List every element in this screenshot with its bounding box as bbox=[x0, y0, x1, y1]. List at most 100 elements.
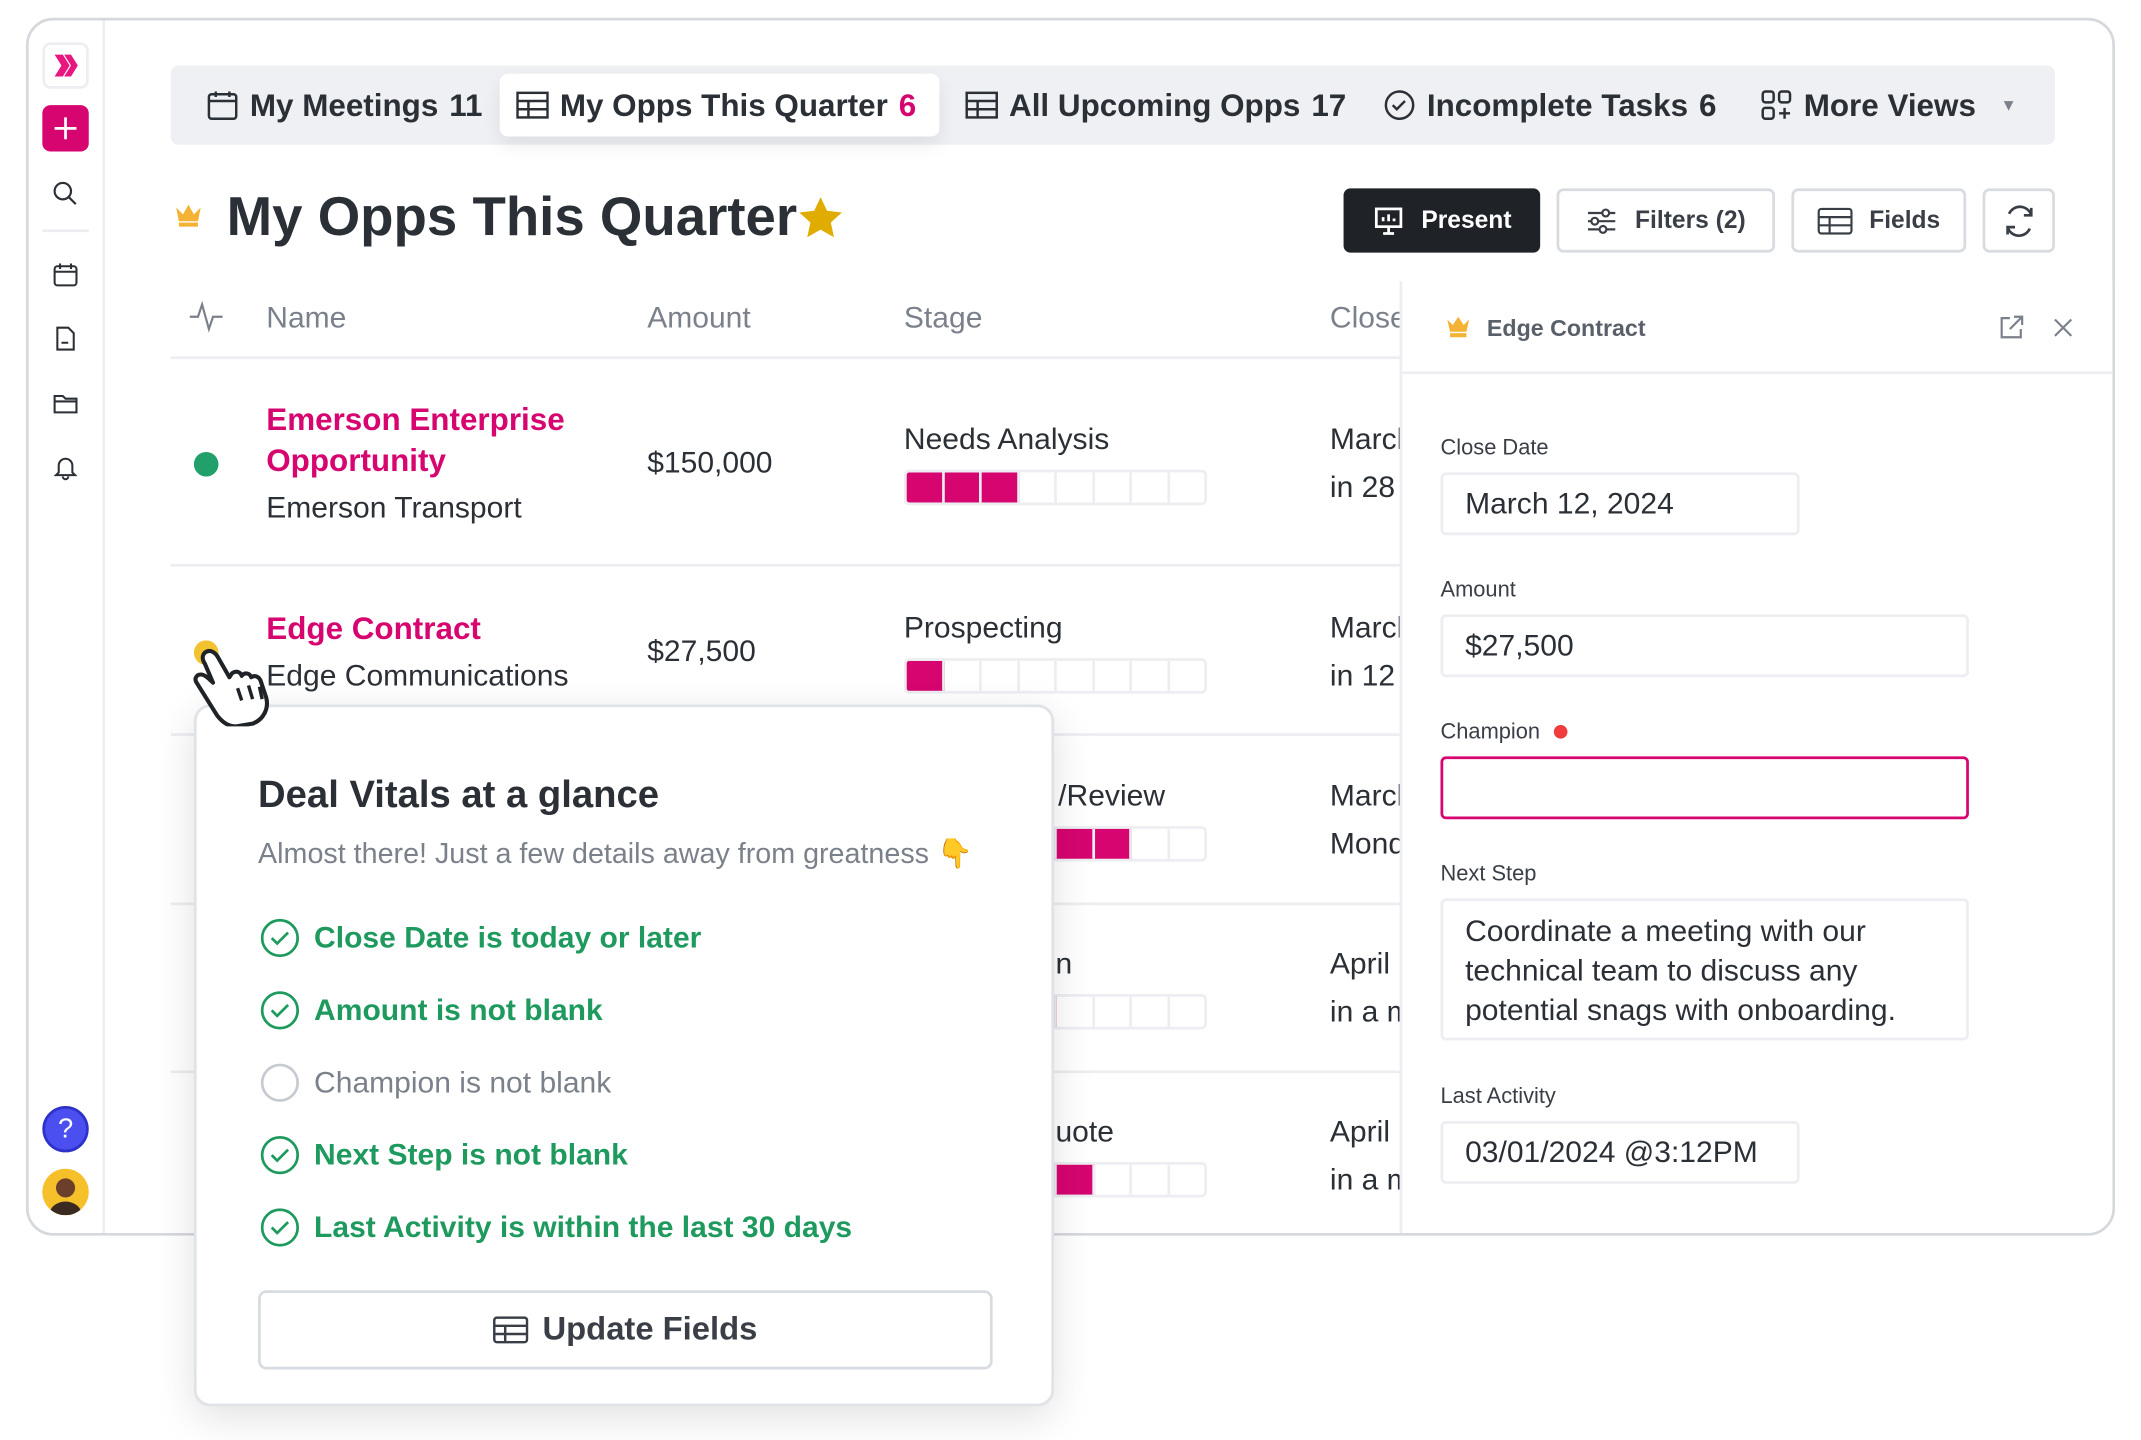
progress-segment bbox=[1132, 828, 1170, 859]
close-date: April bbox=[1329, 946, 1390, 981]
fields-button[interactable]: Fields bbox=[1791, 188, 1967, 253]
empty-circle-icon bbox=[260, 1063, 300, 1102]
chevron-down-icon: ▼ bbox=[2000, 95, 2017, 115]
stage-label: /Review bbox=[1058, 778, 1166, 813]
close-relative: Mond bbox=[1329, 826, 1406, 861]
column-header-name[interactable]: Name bbox=[266, 300, 346, 336]
check-circle-icon bbox=[260, 918, 300, 958]
tab-incomplete-tasks[interactable]: Incomplete Tasks 6 bbox=[1367, 74, 1733, 137]
present-label: Present bbox=[1421, 206, 1512, 234]
deal-vitals-popover: Deal Vitals at a glance Almost there! Ju… bbox=[193, 704, 1055, 1407]
opp-name-link[interactable]: Emerson Enterprise bbox=[266, 399, 564, 440]
progress-segment bbox=[1056, 1164, 1095, 1195]
update-fields-button[interactable]: Update Fields bbox=[258, 1290, 993, 1370]
amount-input[interactable]: $27,500 bbox=[1440, 614, 1969, 678]
champion-input[interactable] bbox=[1440, 756, 1969, 820]
close-relative: in 28 bbox=[1329, 469, 1396, 504]
logo-icon[interactable] bbox=[42, 42, 89, 89]
check-circle-icon bbox=[260, 1208, 300, 1247]
vital-check-label: Close Date is today or later bbox=[314, 920, 702, 955]
company-name[interactable]: Emerson Transport bbox=[266, 490, 521, 526]
progress-segment bbox=[1057, 660, 1095, 691]
table-icon bbox=[965, 91, 998, 119]
last-activity-input[interactable]: 03/01/2024 @3:12PM bbox=[1440, 1120, 1800, 1184]
progress-segment bbox=[1132, 472, 1170, 503]
column-header-close[interactable]: Close bbox=[1330, 300, 1407, 336]
table-icon bbox=[1817, 207, 1853, 234]
filters-button[interactable]: Filters (2) bbox=[1556, 188, 1776, 253]
company-name[interactable]: Edge Communications bbox=[266, 658, 568, 694]
next-step-textarea[interactable]: Coordinate a meeting with our technical … bbox=[1440, 898, 1969, 1041]
grid-plus-icon bbox=[1761, 90, 1792, 121]
progress-segment bbox=[1169, 661, 1204, 691]
sidebar-divider bbox=[42, 229, 89, 233]
progress-segment bbox=[981, 472, 1020, 503]
vital-check-item: Next Step is not blank bbox=[259, 1135, 628, 1176]
close-date-input[interactable]: March 12, 2024 bbox=[1440, 472, 1800, 536]
progress-segment bbox=[1019, 660, 1057, 691]
close-icon[interactable] bbox=[2052, 317, 2074, 346]
progress-segment bbox=[1169, 472, 1204, 502]
tab-label: My Meetings bbox=[249, 86, 439, 123]
stage-label: n bbox=[1055, 946, 1073, 981]
avatar[interactable] bbox=[42, 1168, 89, 1216]
progress-segment bbox=[1132, 1164, 1170, 1195]
tab-label: Incomplete Tasks bbox=[1426, 86, 1689, 123]
tab-my-opps-this-quarter[interactable]: My Opps This Quarter 6 bbox=[499, 73, 940, 137]
field-label: Next Step bbox=[1440, 862, 1537, 887]
vital-check-label: Last Activity is within the last 30 days bbox=[314, 1209, 853, 1244]
tab-count: 6 bbox=[898, 86, 917, 123]
refresh-button[interactable] bbox=[1982, 188, 2055, 253]
plus-icon[interactable] bbox=[42, 105, 89, 152]
tab-count: 17 bbox=[1311, 86, 1347, 123]
column-header-amount[interactable]: Amount bbox=[647, 300, 751, 336]
opp-name-link[interactable]: Opportunity bbox=[266, 440, 446, 481]
view-tabs: My Meetings 11 My Opps This Quarter 6 All … bbox=[170, 65, 2055, 145]
required-indicator bbox=[1554, 725, 1569, 739]
vital-check-item: Close Date is today or later bbox=[259, 918, 701, 959]
stage-progress-bar bbox=[903, 658, 1208, 694]
field-label: Amount bbox=[1440, 578, 1516, 603]
present-button[interactable]: Present bbox=[1343, 188, 1541, 253]
table-icon bbox=[493, 1316, 529, 1344]
star-icon[interactable] bbox=[796, 195, 845, 248]
search-icon[interactable] bbox=[42, 171, 88, 217]
progress-segment bbox=[1094, 996, 1132, 1027]
close-relative: in 12 bbox=[1329, 658, 1396, 693]
fields-label: Fields bbox=[1869, 206, 1941, 234]
popover-subtitle: Almost there! Just a few details away fr… bbox=[258, 838, 973, 870]
tab-count: 11 bbox=[449, 86, 483, 123]
progress-segment bbox=[1094, 660, 1132, 691]
help-icon[interactable]: ? bbox=[42, 1105, 89, 1153]
vital-check-label: Next Step is not blank bbox=[314, 1137, 628, 1172]
progress-segment bbox=[1132, 660, 1170, 691]
open-external-icon[interactable] bbox=[1998, 314, 2025, 348]
tab-label: All Upcoming Opps bbox=[1009, 86, 1301, 123]
progress-segment bbox=[1057, 472, 1095, 503]
hand-cursor-icon bbox=[191, 642, 281, 733]
sidebar: ? bbox=[29, 20, 106, 1233]
crown-icon bbox=[173, 202, 203, 236]
column-header-stage[interactable]: Stage bbox=[904, 300, 983, 336]
page-title: My Opps This Quarter bbox=[226, 187, 798, 248]
vital-check-label: Champion is not blank bbox=[314, 1065, 612, 1100]
tab-my-meetings[interactable]: My Meetings 11 bbox=[190, 74, 499, 137]
stage-label: Prospecting bbox=[903, 610, 1063, 645]
tab-more-views[interactable]: More Views ▼ bbox=[1744, 74, 2034, 137]
refresh-icon bbox=[2005, 204, 2032, 237]
vital-check-label: Amount is not blank bbox=[314, 992, 603, 1027]
document-icon[interactable] bbox=[42, 315, 88, 361]
bell-icon[interactable] bbox=[42, 444, 88, 490]
opp-name-link[interactable]: Edge Contract bbox=[266, 608, 481, 649]
field-label: Last Activity bbox=[1440, 1085, 1556, 1109]
tab-label: My Opps This Quarter bbox=[559, 86, 888, 123]
tab-all-upcoming-opps[interactable]: All Upcoming Opps 17 bbox=[949, 74, 1363, 137]
calendar-icon[interactable] bbox=[42, 251, 88, 297]
progress-segment bbox=[906, 660, 945, 691]
tab-count: 6 bbox=[1698, 86, 1717, 123]
presentation-icon bbox=[1374, 206, 1403, 235]
popover-title: Deal Vitals at a glance bbox=[258, 772, 659, 816]
field-label: Champion bbox=[1440, 721, 1569, 746]
folder-icon[interactable] bbox=[42, 380, 88, 426]
progress-segment bbox=[1094, 1164, 1132, 1195]
